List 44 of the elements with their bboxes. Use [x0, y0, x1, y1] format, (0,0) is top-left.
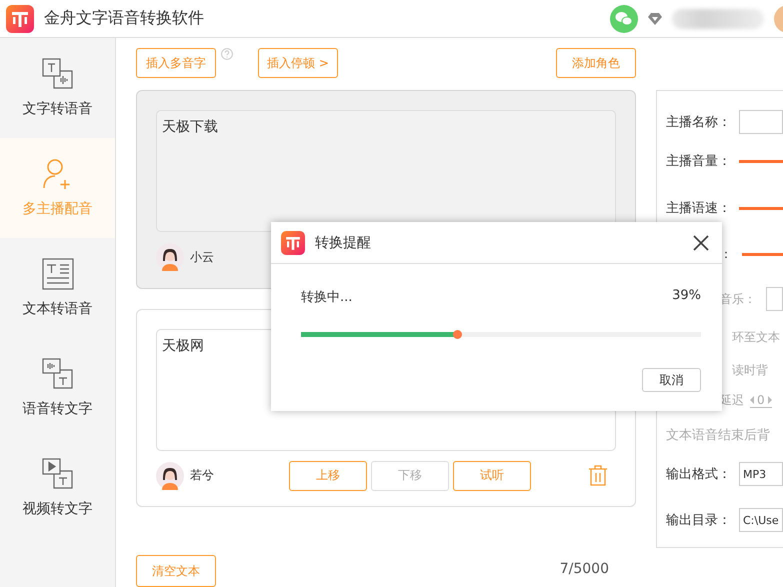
document-icon	[42, 258, 74, 290]
slider-track[interactable]	[742, 252, 783, 256]
help-icon[interactable]	[221, 48, 233, 60]
setting-label: 输出格式：	[666, 466, 732, 483]
logo-icon	[6, 4, 34, 32]
slider-track[interactable]	[739, 206, 783, 210]
text-area[interactable]: 天极下载	[156, 110, 616, 232]
character-count: 7/5000	[560, 561, 609, 577]
text-field[interactable]	[766, 287, 783, 311]
format-select[interactable]: MP3	[739, 462, 783, 486]
speaker-name: 小云	[190, 248, 215, 266]
sidebar-item[interactable]: 文字转语音	[0, 38, 115, 138]
setting-label: ：	[720, 246, 732, 262]
speaker-name: 若兮	[190, 467, 215, 484]
status-text: 转换中...	[301, 289, 352, 306]
text-field[interactable]	[739, 110, 783, 134]
progress-percent: 39%	[672, 288, 701, 305]
avatar-icon	[156, 462, 184, 490]
voice-text-icon	[42, 358, 74, 390]
chat-bubbles-icon[interactable]	[610, 4, 638, 32]
sidebar-item[interactable]: 语音转文字	[0, 338, 115, 438]
setting-label: 主播名称：	[666, 114, 732, 131]
sidebar-item[interactable]: 视频转文字	[0, 438, 115, 538]
setting-label: 主播音量：	[666, 153, 732, 170]
option-label: 读时背	[732, 362, 768, 378]
text-voice-icon	[42, 58, 74, 90]
cancel-button[interactable]: 取消	[642, 368, 701, 392]
trash-icon[interactable]	[588, 465, 608, 486]
window-title: 金舟文字语音转换软件	[44, 8, 205, 29]
progress-thumb	[453, 330, 462, 339]
option-label: 文本语音结束后背	[666, 427, 770, 444]
slider-track[interactable]	[739, 160, 783, 162]
close-icon[interactable]	[692, 234, 710, 252]
avatar-icon	[156, 243, 184, 271]
option-label: 环至文本	[732, 328, 780, 346]
setting-label: 音乐：	[720, 290, 756, 308]
sidebar-item[interactable]: 文本转语音	[0, 238, 115, 338]
video-text-icon	[42, 458, 74, 490]
setting-label: 主播语速：	[666, 200, 732, 217]
logo-icon	[281, 230, 305, 254]
diamond-icon	[648, 12, 662, 24]
dialog-title: 转换提醒	[315, 234, 372, 252]
setting-label: 输出目录：	[666, 512, 732, 529]
text-field[interactable]: C:\Use	[739, 508, 783, 532]
